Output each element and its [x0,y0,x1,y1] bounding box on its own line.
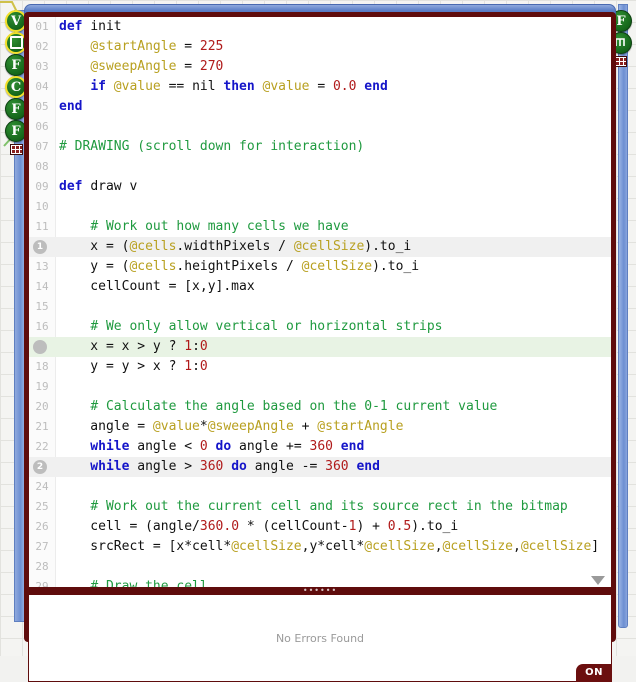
line-number: 08 [29,157,55,177]
code-text: srcRect = [x*cell*@cellSize,y*cell*@cell… [59,537,599,557]
line-number: 27 [29,537,55,557]
code-line[interactable]: 13 y = (@cells.heightPixels / @cellSize)… [29,257,611,277]
code-line[interactable]: 10 [29,197,611,217]
line-number: 01 [29,17,55,37]
colour-badge-glyph: C [11,80,21,95]
code-line[interactable]: 03 @sweepAngle = 270 [29,57,611,77]
code-line[interactable]: 02 @startAngle = 225 [29,37,611,57]
code-line[interactable]: 05end [29,97,611,117]
line-number: 22 [29,437,55,457]
code-text: x = x > y ? 1:0 [59,337,208,357]
code-line[interactable]: 22 while angle < 0 do angle += 360 end [29,437,611,457]
code-text: # We only allow vertical or horizontal s… [59,317,443,337]
line-number: 10 [29,197,55,217]
line-number: 09 [29,177,55,197]
code-text: y = y > x ? 1:0 [59,357,208,377]
code-text: # Work out the current cell and its sour… [59,497,568,517]
code-line[interactable]: 11 # Work out how many cells we have [29,217,611,237]
code-text: # Calculate the angle based on the 0-1 c… [59,397,497,417]
code-lines[interactable]: 01def init02 @startAngle = 22503 @sweepA… [29,17,611,587]
line-number: 07 [29,137,55,157]
code-line[interactable]: 20 # Calculate the angle based on the 0-… [29,397,611,417]
code-line[interactable]: 15 [29,297,611,317]
breakpoint-marker[interactable]: 1 [33,240,47,254]
code-line[interactable]: 19 [29,377,611,397]
waveform-icon [615,37,627,47]
line-number: 18 [29,357,55,377]
code-text: # Draw the cell [59,577,208,588]
line-number: 06 [29,117,55,137]
code-line[interactable]: 2 while angle > 360 do angle -= 360 end [29,457,611,477]
code-line[interactable]: 1 x = (@cells.widthPixels / @cellSize).t… [29,237,611,257]
code-text: @startAngle = 225 [59,37,223,57]
code-text: y = (@cells.heightPixels / @cellSize).to… [59,257,419,277]
grid-icon-left[interactable] [10,144,23,155]
error-status-pane: No Errors Found ON [28,594,612,682]
window-right-rail [618,4,628,628]
code-text: if @value == nil then @value = 0.0 end [59,77,388,97]
line-number: 29 [29,577,55,588]
line-number: 03 [29,57,55,77]
code-line[interactable]: 04 if @value == nil then @value = 0.0 en… [29,77,611,97]
run-toggle-badge[interactable]: ON [576,664,612,682]
line-number: 02 [29,37,55,57]
code-editor-pane[interactable]: 01def init02 @startAngle = 22503 @sweepA… [28,16,612,588]
code-line[interactable]: 09def draw v [29,177,611,197]
code-editor-window: 01def init02 @startAngle = 22503 @sweepA… [24,4,616,642]
code-text: while angle < 0 do angle += 360 end [59,437,364,457]
line-number: 21 [29,417,55,437]
code-line[interactable]: 08 [29,157,611,177]
code-line[interactable]: 14 cellCount = [x,y].max [29,277,611,297]
line-number: 19 [29,377,55,397]
code-line[interactable]: 16 # We only allow vertical or horizonta… [29,317,611,337]
breakpoint-marker[interactable] [33,340,47,354]
line-number: 20 [29,397,55,417]
line-number: 15 [29,297,55,317]
line-number: 24 [29,477,55,497]
function-badge-right-glyph: F [616,14,625,29]
line-number: 13 [29,257,55,277]
code-line[interactable]: 27 srcRect = [x*cell*@cellSize,y*cell*@c… [29,537,611,557]
code-line[interactable]: 01def init [29,17,611,37]
code-text: # Work out how many cells we have [59,217,349,237]
code-text: angle = @value*@sweepAngle + @startAngle [59,417,403,437]
code-text: while angle > 360 do angle -= 360 end [59,457,380,477]
line-number: 05 [29,97,55,117]
code-line[interactable]: x = x > y ? 1:0 [29,337,611,357]
line-number: 14 [29,277,55,297]
square-icon [10,36,23,49]
line-number: 25 [29,497,55,517]
window-frame: 01def init02 @startAngle = 22503 @sweepA… [24,12,616,642]
code-line[interactable]: 07# DRAWING (scroll down for interaction… [29,137,611,157]
line-number: 28 [29,557,55,577]
code-line[interactable]: 25 # Work out the current cell and its s… [29,497,611,517]
code-text: x = (@cells.widthPixels / @cellSize).to_… [59,237,411,257]
breakpoint-marker[interactable]: 2 [33,460,47,474]
line-number: 16 [29,317,55,337]
code-line[interactable]: 21 angle = @value*@sweepAngle + @startAn… [29,417,611,437]
function-badge-1-glyph: F [11,58,20,73]
code-line[interactable]: 28 [29,557,611,577]
code-text: def draw v [59,177,137,197]
function-badge-2-glyph: F [11,102,20,117]
code-line[interactable]: 26 cell = (angle/360.0 * (cellCount-1) +… [29,517,611,537]
code-line[interactable]: 18 y = y > x ? 1:0 [29,357,611,377]
code-line[interactable]: 24 [29,477,611,497]
code-text: end [59,97,82,117]
code-text: @sweepAngle = 270 [59,57,223,77]
line-number: 26 [29,517,55,537]
status-message: No Errors Found [276,632,364,645]
line-number: 04 [29,77,55,97]
code-text: # DRAWING (scroll down for interaction) [59,137,364,157]
code-text: cellCount = [x,y].max [59,277,255,297]
code-line[interactable]: 06 [29,117,611,137]
line-number: 11 [29,217,55,237]
code-text: def init [59,17,122,37]
function-badge-3-glyph: F [11,124,20,139]
code-text: cell = (angle/360.0 * (cellCount-1) + 0.… [59,517,458,537]
scroll-down-arrow-icon[interactable] [591,576,605,585]
value-badge-glyph: V [11,14,21,29]
